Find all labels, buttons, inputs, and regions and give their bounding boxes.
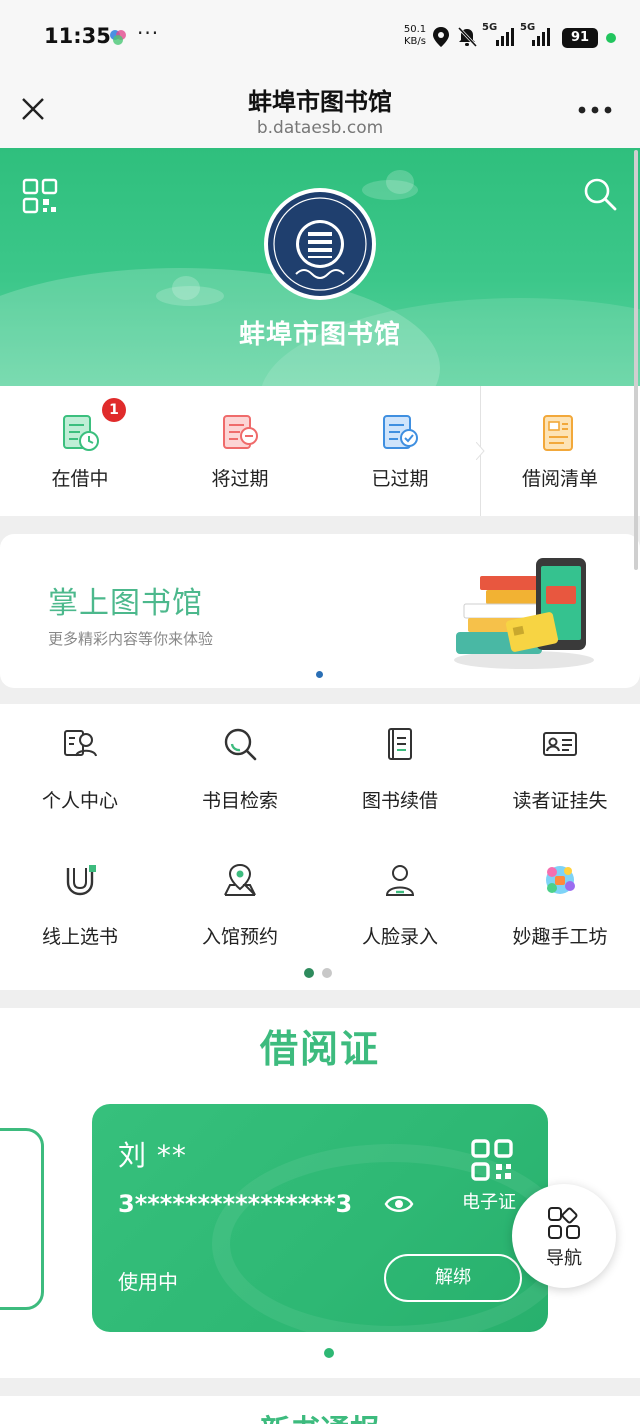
grid-menu-icon	[548, 1207, 580, 1239]
loan-status-expired[interactable]: 已过期	[320, 386, 480, 516]
loan-status-borrowing[interactable]: 1 在借中	[0, 386, 160, 516]
library-seal-icon	[268, 192, 372, 296]
borrow-list-icon	[543, 415, 573, 451]
function-label: 妙趣手工坊	[512, 926, 608, 948]
navigation-label: 导航	[546, 1248, 582, 1269]
page-url: b.dataesb.com	[256, 118, 384, 138]
loan-status-label: 将过期	[211, 468, 269, 490]
loan-status-expiring[interactable]: 将过期	[160, 386, 320, 516]
function-online-book-select[interactable]: 线上选书	[0, 840, 160, 975]
function-label: 线上选书	[41, 926, 118, 948]
borrowing-count-badge: 1	[102, 398, 126, 422]
mute-bell-icon	[457, 26, 478, 48]
page-dot	[322, 968, 332, 978]
status-bar: 11:35 ··· 50.1 KB/s 5G 5G 91	[0, 0, 640, 72]
location-icon	[433, 27, 449, 47]
expired-icon	[383, 415, 418, 449]
unbind-button[interactable]: 解绑	[384, 1254, 522, 1302]
clock: 11:35	[44, 24, 111, 48]
function-book-renew[interactable]: 图书续借	[320, 704, 480, 839]
function-grid: 个人中心 书目检索 图书续借 读者证挂失 线上选书 入馆预约 人脸录入 妙趣手工…	[0, 704, 640, 990]
card-number: 3****************3	[118, 1190, 353, 1218]
carousel-indicator	[316, 671, 323, 678]
function-reader-card-loss[interactable]: 读者证挂失	[480, 704, 640, 839]
page-title: 蚌埠市图书馆	[248, 88, 392, 116]
reader-card[interactable]: 刘 ** 3****************3 电子证 使用中 解绑	[92, 1104, 548, 1332]
function-visit-reservation[interactable]: 入馆预约	[160, 840, 320, 975]
navigation-button[interactable]: 导航	[512, 1184, 616, 1288]
more-options-icon[interactable]	[578, 106, 612, 114]
promo-banner[interactable]: 掌上图书馆 更多精彩内容等你来体验	[0, 534, 640, 688]
function-craft-workshop[interactable]: 妙趣手工坊	[480, 840, 640, 975]
function-label: 书目检索	[201, 790, 278, 812]
app-notification-icon	[110, 30, 126, 45]
banner-subtitle: 更多精彩内容等你来体验	[48, 630, 214, 648]
network-speed-unit: KB/s	[404, 36, 426, 47]
borrowing-icon	[63, 415, 99, 451]
personal-center-icon	[64, 730, 97, 757]
scrollbar[interactable]	[634, 150, 638, 570]
books-and-phone-illustration	[454, 558, 594, 669]
grid-page-indicator	[304, 963, 340, 982]
catalog-search-icon	[224, 728, 257, 761]
qr-code-icon[interactable]	[22, 178, 58, 214]
function-face-enroll[interactable]: 人脸录入	[320, 840, 480, 975]
function-label: 个人中心	[41, 790, 118, 812]
visit-reservation-icon	[224, 863, 256, 896]
function-label: 人脸录入	[361, 926, 438, 948]
library-logo	[264, 188, 376, 300]
loan-status-label: 借阅清单	[521, 468, 598, 490]
e-card-label[interactable]: 电子证	[462, 1188, 516, 1214]
reader-card-loss-icon	[543, 732, 577, 756]
page-dot-active	[304, 968, 314, 978]
function-label: 读者证挂失	[512, 790, 608, 812]
book-renew-icon	[388, 728, 412, 760]
screen: { "status_bar": { "time": "11:35", "more…	[0, 0, 640, 1424]
expiring-icon	[223, 415, 258, 449]
loan-status-label: 已过期	[371, 468, 429, 490]
loan-status-row: 1 在借中 将过期 已过期 借阅清单	[0, 386, 640, 516]
signal-1-icon	[496, 28, 514, 46]
signal-2-icon	[532, 28, 550, 46]
search-icon[interactable]	[582, 176, 618, 212]
qr-code-icon[interactable]	[470, 1138, 514, 1182]
eye-icon[interactable]	[384, 1192, 414, 1216]
face-enroll-icon	[385, 865, 415, 896]
function-catalog-search[interactable]: 书目检索	[160, 704, 320, 839]
battery-indicator: 91	[562, 28, 598, 48]
section-title: 新书通报	[0, 1406, 640, 1424]
charging-dot	[606, 33, 616, 43]
card-holder-name: 刘 **	[118, 1139, 187, 1172]
banner-title: 掌上图书馆	[48, 586, 203, 621]
function-label: 图书续借	[361, 790, 438, 812]
loan-status-label: 在借中	[51, 468, 109, 490]
new-books-section: 新书通报	[0, 1396, 640, 1424]
card-status: 使用中	[118, 1270, 178, 1294]
network-speed: 50.1 KB/s	[402, 24, 428, 48]
hero-banner: 蚌埠市图书馆	[0, 148, 640, 386]
previous-card-peek[interactable]	[0, 1128, 44, 1310]
mini-program-title-bar: 蚌埠市图书馆 b.dataesb.com	[0, 72, 640, 148]
cloud-decoration	[156, 276, 224, 306]
card-carousel-indicator	[324, 1348, 334, 1358]
network-speed-value: 50.1	[403, 24, 427, 35]
craft-workshop-icon	[546, 866, 575, 894]
section-title: 借阅证	[259, 1027, 380, 1071]
online-book-select-icon	[66, 865, 96, 896]
hero-title: 蚌埠市图书馆	[238, 320, 401, 350]
loan-status-borrow-list[interactable]: 借阅清单	[480, 386, 640, 516]
function-personal-center[interactable]: 个人中心	[0, 704, 160, 839]
more-notifications-icon: ···	[137, 21, 160, 45]
function-label: 入馆预约	[201, 926, 278, 948]
